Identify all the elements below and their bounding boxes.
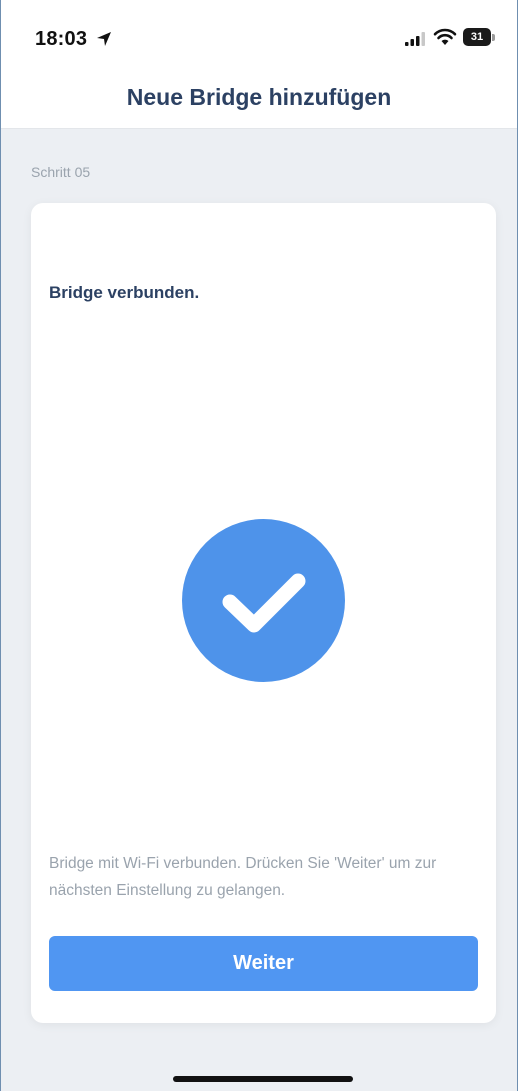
status-time: 18:03 <box>35 28 88 50</box>
home-indicator[interactable] <box>173 1076 353 1082</box>
page-title: Neue Bridge hinzufügen <box>126 84 392 110</box>
weiter-button[interactable]: Weiter <box>49 936 478 991</box>
location-arrow-icon <box>97 32 111 46</box>
app-screen: 18:03 31 Neue Bridge hinzufügen Schritt … <box>0 0 518 1091</box>
card-heading: Bridge verbunden. <box>49 283 200 302</box>
card-description: Bridge mit Wi-Fi verbunden. Drücken Sie … <box>49 855 437 899</box>
content-card: Bridge verbunden. Bridge mit Wi-Fi verbu… <box>31 203 496 1023</box>
wifi-icon <box>433 28 457 45</box>
step-label: Schritt 05 <box>31 164 91 180</box>
navigation-bar: Neue Bridge hinzufügen <box>1 76 517 129</box>
checkmark-glyph <box>222 573 306 633</box>
cellular-signal-icon <box>405 32 425 46</box>
status-bar: 18:03 31 <box>1 0 517 76</box>
battery-icon: 31 <box>463 28 491 46</box>
battery-tip <box>492 34 495 41</box>
checkmark-icon <box>182 519 345 682</box>
